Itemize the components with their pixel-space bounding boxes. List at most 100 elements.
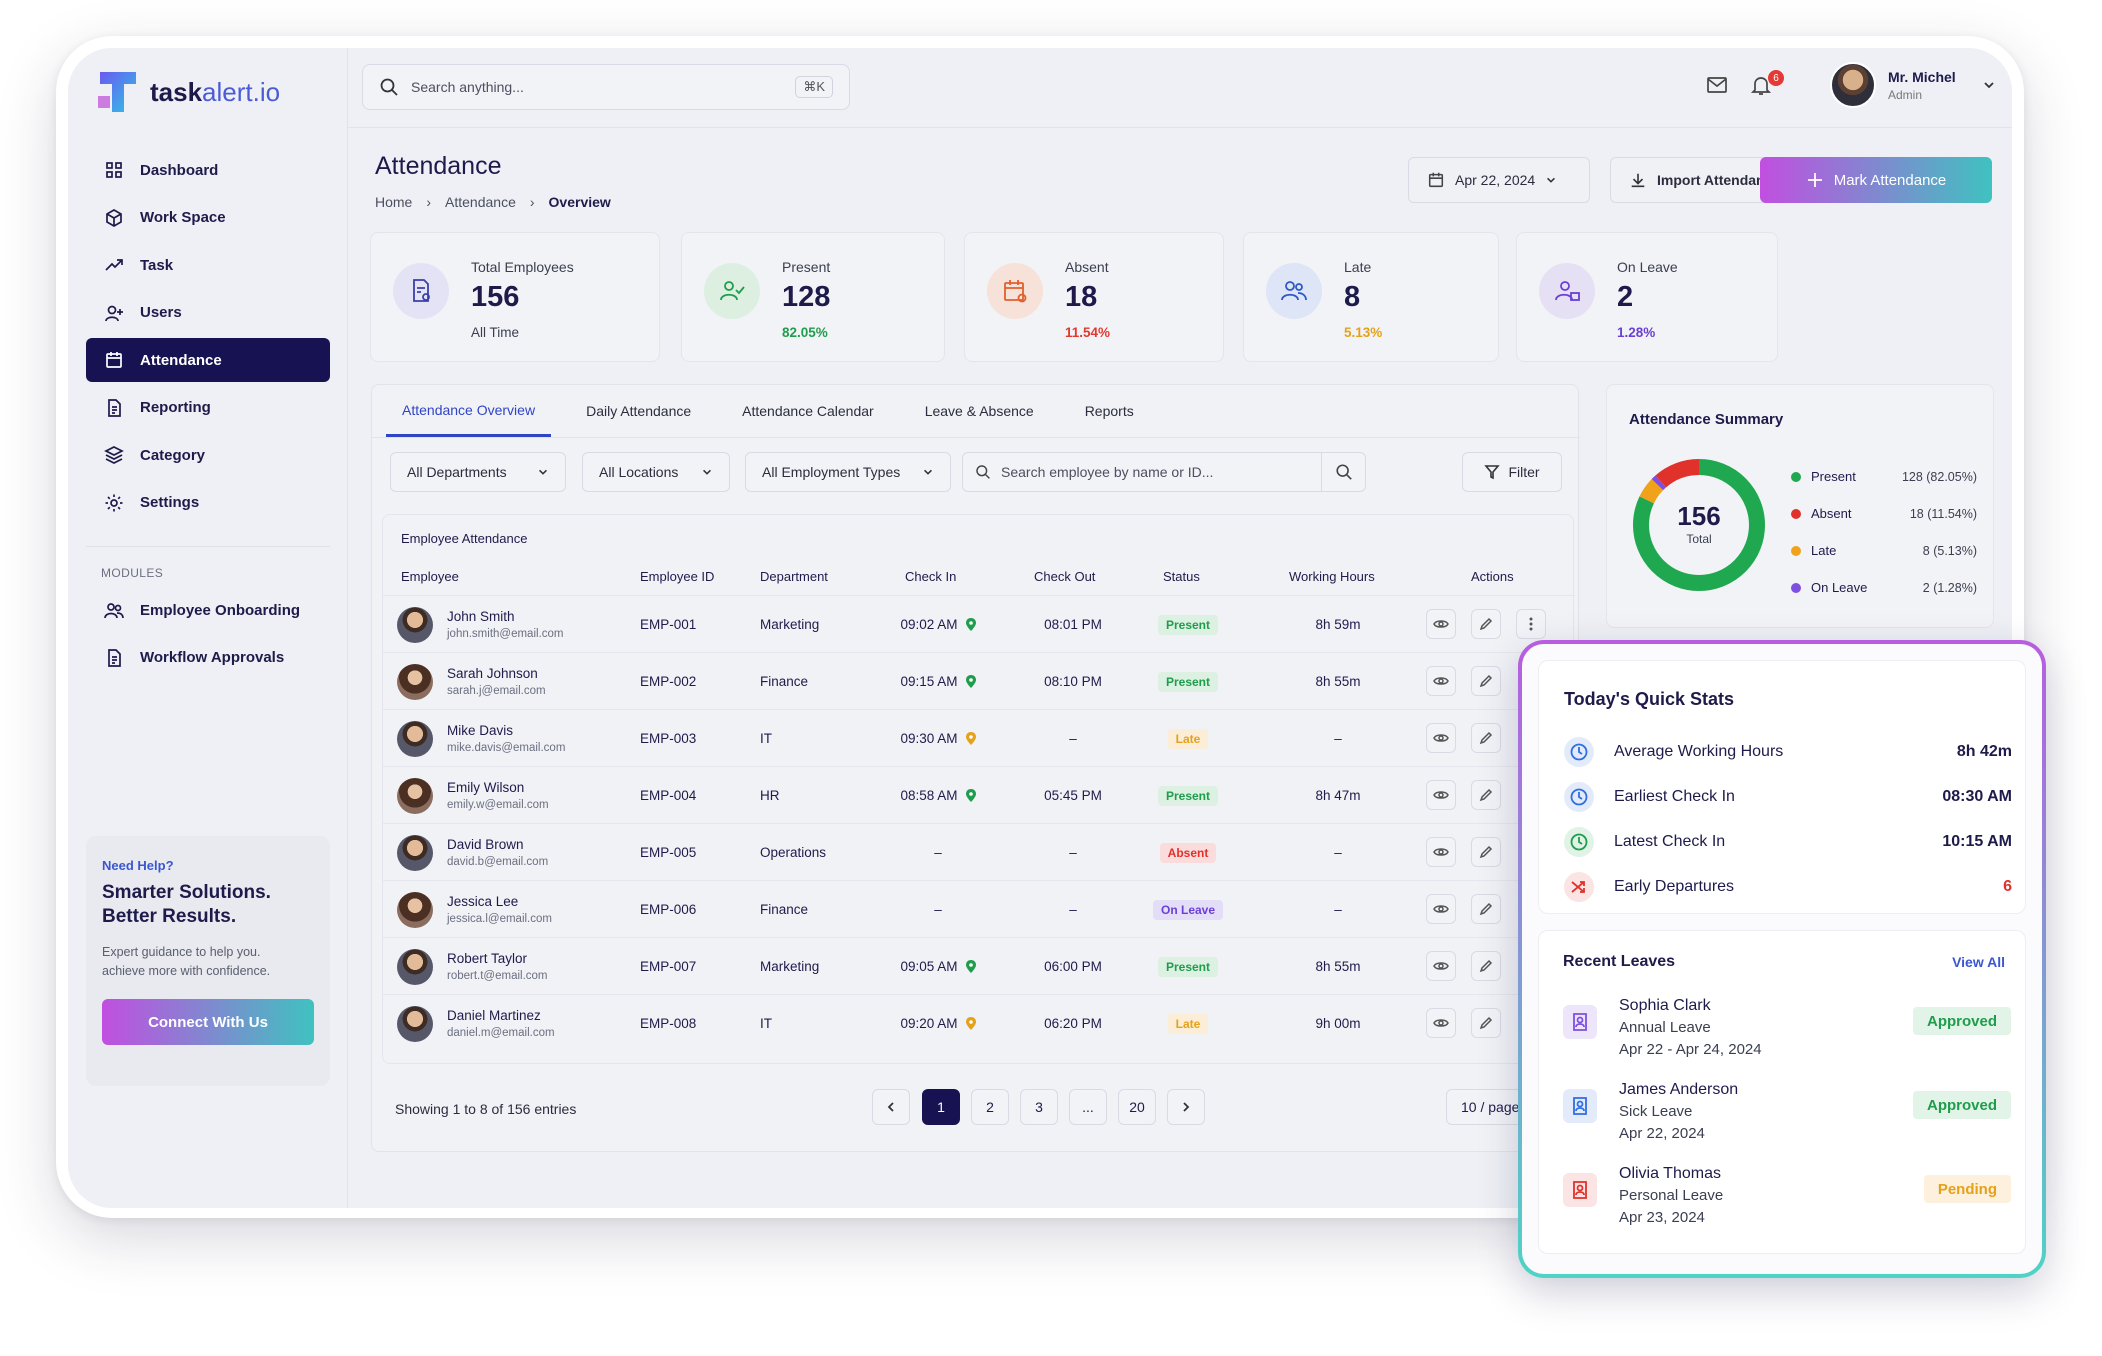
connect-button[interactable]: Connect With Us <box>102 999 314 1045</box>
table-row[interactable]: Emily Wilson emily.w@email.com EMP-004 HR 08… <box>383 766 1575 823</box>
column-header: Status <box>1163 569 1200 584</box>
table-row[interactable]: Daniel Martinez daniel.m@email.com EMP-008… <box>383 994 1575 1051</box>
view-button[interactable] <box>1426 837 1456 867</box>
edit-button[interactable] <box>1471 894 1501 924</box>
mail-icon[interactable] <box>1704 72 1730 98</box>
sidebar-item-reporting[interactable]: Reporting <box>86 386 330 430</box>
mark-label: Mark Attendance <box>1833 171 1947 189</box>
stat-label: Present <box>782 259 831 275</box>
page-button[interactable]: 1 <box>922 1089 960 1125</box>
sidebar-item-attendance[interactable]: Attendance <box>86 338 330 382</box>
sidebar-item-users[interactable]: Users <box>86 291 330 335</box>
view-button[interactable] <box>1426 951 1456 981</box>
breadcrumb-home[interactable]: Home <box>375 194 412 210</box>
edit-button[interactable] <box>1471 1008 1501 1038</box>
more-button[interactable] <box>1516 609 1546 639</box>
table-row[interactable]: Sarah Johnson sarah.j@email.com EMP-002 Fin… <box>383 652 1575 709</box>
stat-card-on-leave: On Leave 2 1.28% <box>1516 232 1778 362</box>
table-row[interactable]: Mike Davis mike.davis@email.com EMP-003 IT 0… <box>383 709 1575 766</box>
tab-reports[interactable]: Reports <box>1069 385 1150 437</box>
tab-leave-absence[interactable]: Leave & Absence <box>909 385 1050 437</box>
tab-attendance-overview[interactable]: Attendance Overview <box>386 385 552 437</box>
employee-id: EMP-004 <box>640 788 697 803</box>
legend-label: Late <box>1811 543 1837 558</box>
employment-type-select[interactable]: All Employment Types <box>745 452 951 492</box>
user-role: Admin <box>1888 87 1923 102</box>
check-in-cell: 09:20 AM <box>883 995 993 1052</box>
view-all-link[interactable]: View All <box>1952 954 2005 970</box>
legend-label: Absent <box>1811 506 1852 521</box>
eye-icon <box>1433 1019 1449 1027</box>
leave-name: Sophia Clark <box>1619 997 1711 1014</box>
page-button[interactable]: 3 <box>1020 1089 1058 1125</box>
filter-button[interactable]: Filter <box>1462 452 1562 492</box>
sidebar-item-label: Category <box>140 446 206 464</box>
view-button[interactable] <box>1426 666 1456 696</box>
tab-attendance-calendar[interactable]: Attendance Calendar <box>726 385 890 437</box>
global-search-input[interactable]: Search anything... ⌘K <box>362 64 850 110</box>
page-button[interactable]: 2 <box>971 1089 1009 1125</box>
department-select[interactable]: All Departments <box>390 452 566 492</box>
layers-icon <box>104 446 124 464</box>
view-button[interactable] <box>1426 1008 1456 1038</box>
edit-button[interactable] <box>1471 609 1501 639</box>
sidebar-item-workflow-approvals[interactable]: Workflow Approvals <box>86 636 330 680</box>
check-in-cell: 09:30 AM <box>883 710 993 767</box>
sidebar-item-task[interactable]: Task <box>86 243 330 287</box>
view-button[interactable] <box>1426 723 1456 753</box>
edit-button[interactable] <box>1471 780 1501 810</box>
leave-item[interactable]: Sophia Clark Annual Leave Apr 22 - Apr 2… <box>1563 995 2011 1063</box>
edit-button[interactable] <box>1471 723 1501 753</box>
leave-item[interactable]: Olivia Thomas Personal Leave Apr 23, 202… <box>1563 1163 2011 1231</box>
check-in-time: 08:58 AM <box>900 788 958 803</box>
user-menu[interactable]: Mr. Michel Admin <box>1830 62 1996 108</box>
check-in-time: 09:30 AM <box>900 731 958 746</box>
table-row[interactable]: Robert Taylor robert.t@email.com EMP-007 Ma… <box>383 937 1575 994</box>
sidebar-item-category[interactable]: Category <box>86 433 330 477</box>
quick-stat-row: Early Departures 6 <box>1564 872 2012 902</box>
tab-daily-attendance[interactable]: Daily Attendance <box>570 385 707 437</box>
next-page-button[interactable] <box>1167 1089 1205 1125</box>
help-description: Expert guidance to help you. achieve more… <box>102 945 271 978</box>
table-row[interactable]: David Brown david.b@email.com EMP-005 Opera… <box>383 823 1575 880</box>
leave-type: Annual Leave <box>1619 1019 1711 1036</box>
divider <box>372 437 1580 438</box>
location-select[interactable]: All Locations <box>582 452 730 492</box>
view-button[interactable] <box>1426 780 1456 810</box>
sidebar-item-workspace[interactable]: Work Space <box>86 196 330 240</box>
status-cell: Late <box>1143 995 1233 1052</box>
employee-cell: John Smith john.smith@email.com <box>397 596 564 653</box>
prev-page-button[interactable] <box>872 1089 910 1125</box>
leave-name: Olivia Thomas <box>1619 1165 1721 1182</box>
logo[interactable]: taskalert.io <box>96 68 280 116</box>
check-out-time: 05:45 PM <box>1044 788 1102 803</box>
help-title: Smarter Solutions. Better Results. <box>102 882 271 927</box>
edit-button[interactable] <box>1471 951 1501 981</box>
sidebar-item-dashboard[interactable]: Dashboard <box>86 148 330 192</box>
employee-name: David Brown <box>447 837 524 852</box>
edit-button[interactable] <box>1471 837 1501 867</box>
table-row[interactable]: Jessica Lee jessica.l@email.com EMP-006 Fin… <box>383 880 1575 937</box>
status-badge: Late <box>1167 728 1209 749</box>
employee-email: jessica.l@email.com <box>447 913 552 925</box>
search-button[interactable] <box>1321 453 1365 491</box>
page-button[interactable]: 20 <box>1118 1089 1156 1125</box>
edit-button[interactable] <box>1471 666 1501 696</box>
leave-date: Apr 22, 2024 <box>1619 1125 1705 1142</box>
sidebar-item-settings[interactable]: Settings <box>86 481 330 525</box>
view-button[interactable] <box>1426 609 1456 639</box>
breadcrumb-attendance[interactable]: Attendance <box>445 194 516 210</box>
view-button[interactable] <box>1426 894 1456 924</box>
attendance-summary-card: Attendance Summary 156 Total Present 128 … <box>1606 384 1994 628</box>
employee-search-input[interactable]: Search employee by name or ID... <box>962 452 1366 492</box>
document-icon <box>108 648 121 667</box>
sidebar-item-employee-onboarding[interactable]: Employee Onboarding <box>86 588 330 632</box>
avatar <box>397 720 433 757</box>
working-hours: – <box>1334 902 1342 917</box>
stat-label: Total Employees <box>471 259 574 275</box>
date-picker[interactable]: Apr 22, 2024 <box>1408 157 1590 203</box>
table-row[interactable]: John Smith john.smith@email.com EMP-001 Mar… <box>383 595 1575 652</box>
leave-item[interactable]: James Anderson Sick Leave Apr 22, 2024 A… <box>1563 1079 2011 1147</box>
mark-attendance-button[interactable]: Mark Attendance <box>1760 157 1992 203</box>
quick-stats-title: Today's Quick Stats <box>1564 689 1734 709</box>
